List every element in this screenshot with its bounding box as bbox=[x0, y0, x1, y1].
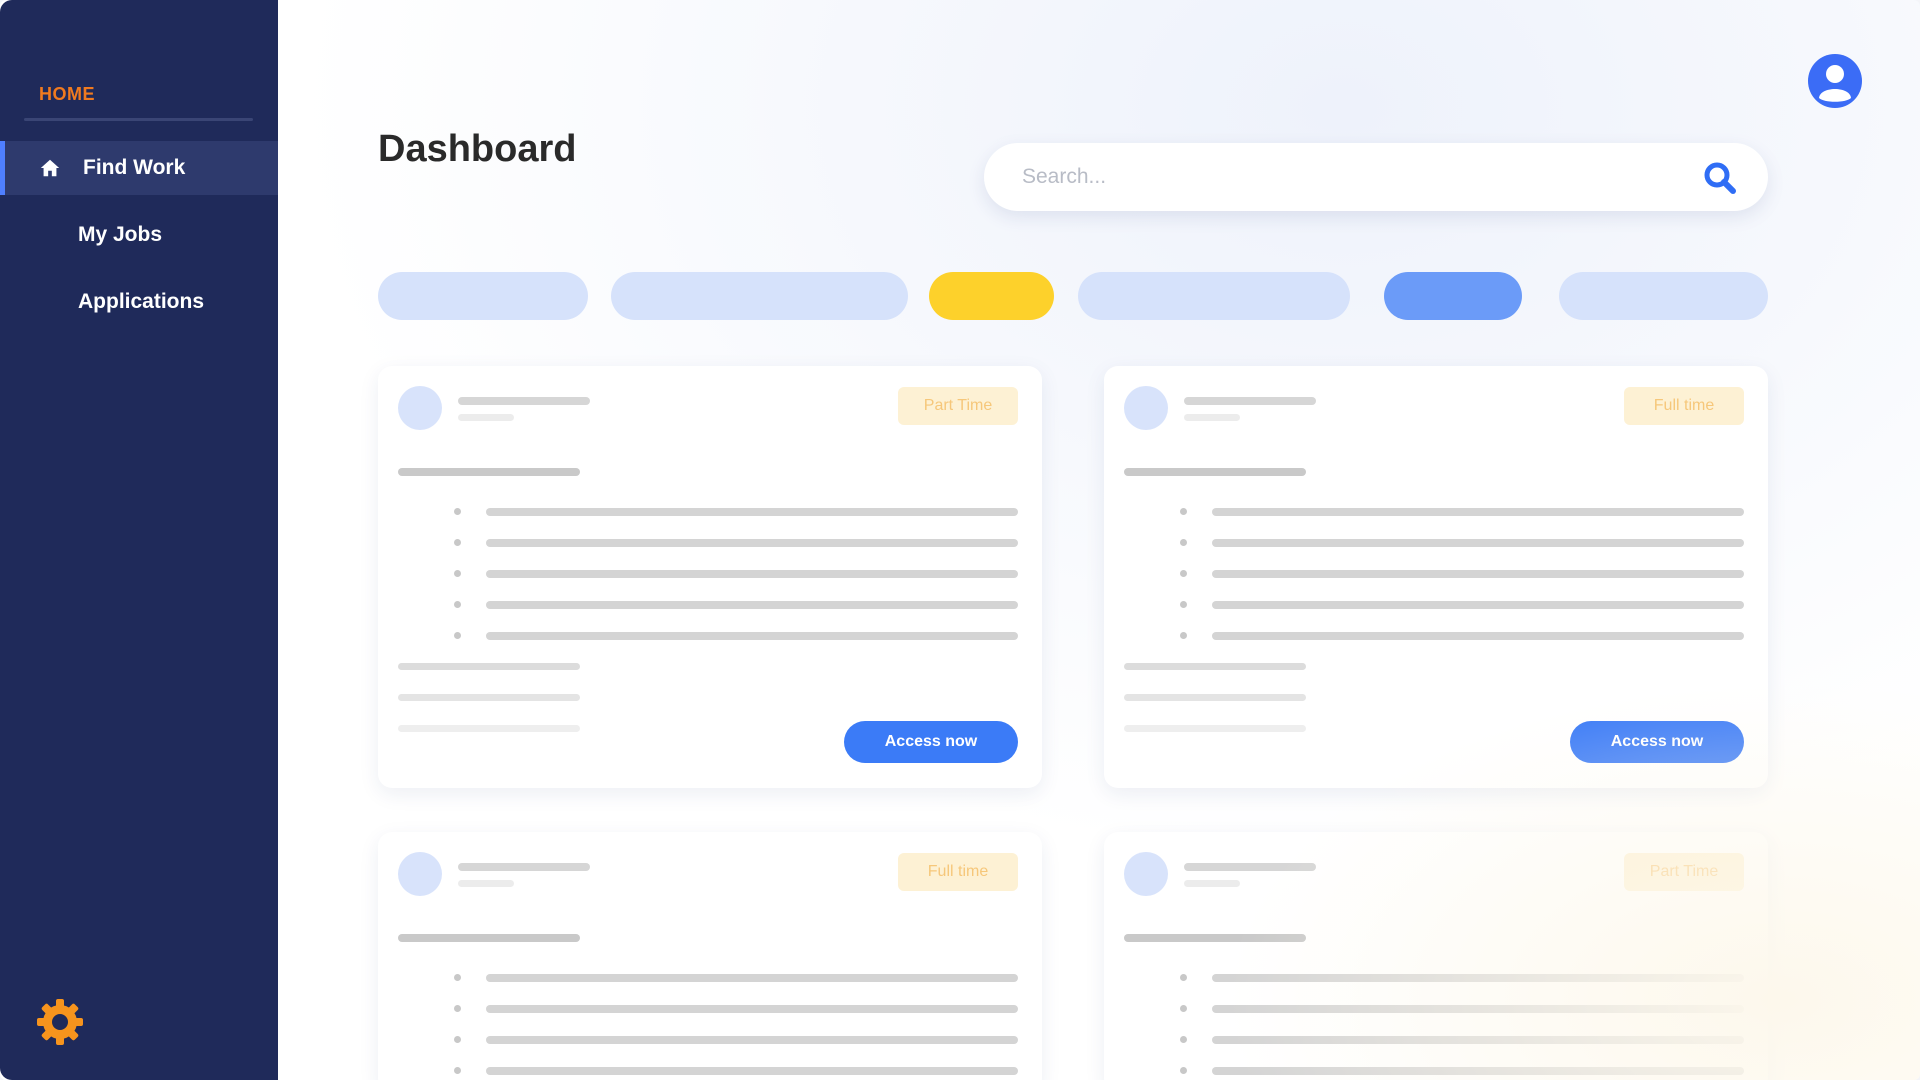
sidebar-item-find-work[interactable]: Find Work bbox=[0, 141, 278, 195]
text-line-placeholder bbox=[486, 974, 1018, 982]
bullet bbox=[454, 601, 461, 608]
job-title-placeholder bbox=[1184, 863, 1316, 871]
company-logo bbox=[398, 852, 442, 896]
text-line-placeholder bbox=[1212, 539, 1744, 547]
sidebar-divider bbox=[24, 118, 253, 121]
sidebar-heading[interactable]: HOME bbox=[39, 84, 95, 105]
job-type-badge: Full time bbox=[898, 853, 1018, 891]
text-line-placeholder bbox=[1212, 632, 1744, 640]
sidebar: HOME Find Work My Jobs Applications bbox=[0, 0, 278, 1080]
bullet bbox=[1180, 1005, 1187, 1012]
access-now-button[interactable]: Access now bbox=[1570, 721, 1744, 763]
company-name-placeholder bbox=[1184, 414, 1240, 421]
text-line-placeholder bbox=[1212, 508, 1744, 516]
sidebar-item-label: Find Work bbox=[83, 156, 186, 179]
job-card[interactable]: Full time bbox=[378, 832, 1042, 1080]
job-type-badge: Part Time bbox=[1624, 853, 1744, 891]
text-line-placeholder bbox=[1124, 663, 1306, 670]
text-line-placeholder bbox=[486, 508, 1018, 516]
filter-pill[interactable] bbox=[929, 272, 1054, 320]
text-line-placeholder bbox=[486, 1067, 1018, 1075]
bullet bbox=[1180, 1036, 1187, 1043]
company-name-placeholder bbox=[458, 880, 514, 887]
bullet bbox=[454, 1036, 461, 1043]
text-line-placeholder bbox=[1212, 601, 1744, 609]
bullet bbox=[1180, 601, 1187, 608]
job-title-placeholder bbox=[1184, 397, 1316, 405]
text-line-placeholder bbox=[486, 539, 1018, 547]
sidebar-item-my-jobs[interactable]: My Jobs bbox=[0, 208, 278, 262]
search-input[interactable] bbox=[1022, 143, 1662, 211]
user-icon bbox=[1819, 65, 1851, 102]
company-name-placeholder bbox=[458, 414, 514, 421]
section-heading-placeholder bbox=[398, 934, 580, 942]
filter-pill[interactable] bbox=[378, 272, 588, 320]
text-line-placeholder bbox=[398, 725, 580, 732]
text-line-placeholder bbox=[1124, 694, 1306, 701]
section-heading-placeholder bbox=[1124, 468, 1306, 476]
text-line-placeholder bbox=[486, 570, 1018, 578]
job-card[interactable]: Part Time Access now bbox=[378, 366, 1042, 788]
text-line-placeholder bbox=[486, 1036, 1018, 1044]
section-heading-placeholder bbox=[398, 468, 580, 476]
bullet bbox=[1180, 974, 1187, 981]
text-line-placeholder bbox=[398, 663, 580, 670]
access-now-button[interactable]: Access now bbox=[844, 721, 1018, 763]
bullet bbox=[454, 632, 461, 639]
section-heading-placeholder bbox=[1124, 934, 1306, 942]
sidebar-item-applications[interactable]: Applications bbox=[0, 275, 278, 329]
job-card[interactable]: Part Time bbox=[1104, 832, 1768, 1080]
text-line-placeholder bbox=[1212, 1036, 1744, 1044]
page-title: Dashboard bbox=[378, 128, 577, 170]
text-line-placeholder bbox=[1212, 1067, 1744, 1075]
text-line-placeholder bbox=[486, 601, 1018, 609]
job-type-badge: Part Time bbox=[898, 387, 1018, 425]
job-title-placeholder bbox=[458, 863, 590, 871]
gear-icon[interactable] bbox=[34, 996, 86, 1048]
text-line-placeholder bbox=[486, 1005, 1018, 1013]
text-line-placeholder bbox=[1124, 725, 1306, 732]
company-name-placeholder bbox=[1184, 880, 1240, 887]
bullet bbox=[454, 508, 461, 515]
text-line-placeholder bbox=[1212, 974, 1744, 982]
text-line-placeholder bbox=[398, 694, 580, 701]
bullet bbox=[454, 1005, 461, 1012]
sidebar-item-label: Applications bbox=[78, 290, 205, 313]
sidebar-item-label: My Jobs bbox=[78, 223, 163, 246]
bullet bbox=[454, 539, 461, 546]
bullet bbox=[454, 974, 461, 981]
company-logo bbox=[398, 386, 442, 430]
bullet bbox=[454, 1067, 461, 1074]
job-type-badge: Full time bbox=[1624, 387, 1744, 425]
search-icon[interactable] bbox=[1702, 160, 1738, 196]
job-title-placeholder bbox=[458, 397, 590, 405]
bullet bbox=[454, 570, 461, 577]
job-card[interactable]: Full time Access now bbox=[1104, 366, 1768, 788]
bullet bbox=[1180, 1067, 1187, 1074]
company-logo bbox=[1124, 386, 1168, 430]
filter-pill[interactable] bbox=[611, 272, 908, 320]
text-line-placeholder bbox=[1212, 570, 1744, 578]
user-avatar[interactable] bbox=[1808, 54, 1862, 108]
bullet bbox=[1180, 539, 1187, 546]
text-line-placeholder bbox=[1212, 1005, 1744, 1013]
filter-pill[interactable] bbox=[1384, 272, 1522, 320]
company-logo bbox=[1124, 852, 1168, 896]
filter-pill[interactable] bbox=[1559, 272, 1768, 320]
app-window: HOME Find Work My Jobs Applications Dash… bbox=[0, 0, 1920, 1080]
search-bar bbox=[984, 143, 1768, 211]
text-line-placeholder bbox=[486, 632, 1018, 640]
bullet bbox=[1180, 632, 1187, 639]
bullet bbox=[1180, 508, 1187, 515]
filter-pill[interactable] bbox=[1078, 272, 1350, 320]
home-icon bbox=[39, 157, 61, 179]
bullet bbox=[1180, 570, 1187, 577]
